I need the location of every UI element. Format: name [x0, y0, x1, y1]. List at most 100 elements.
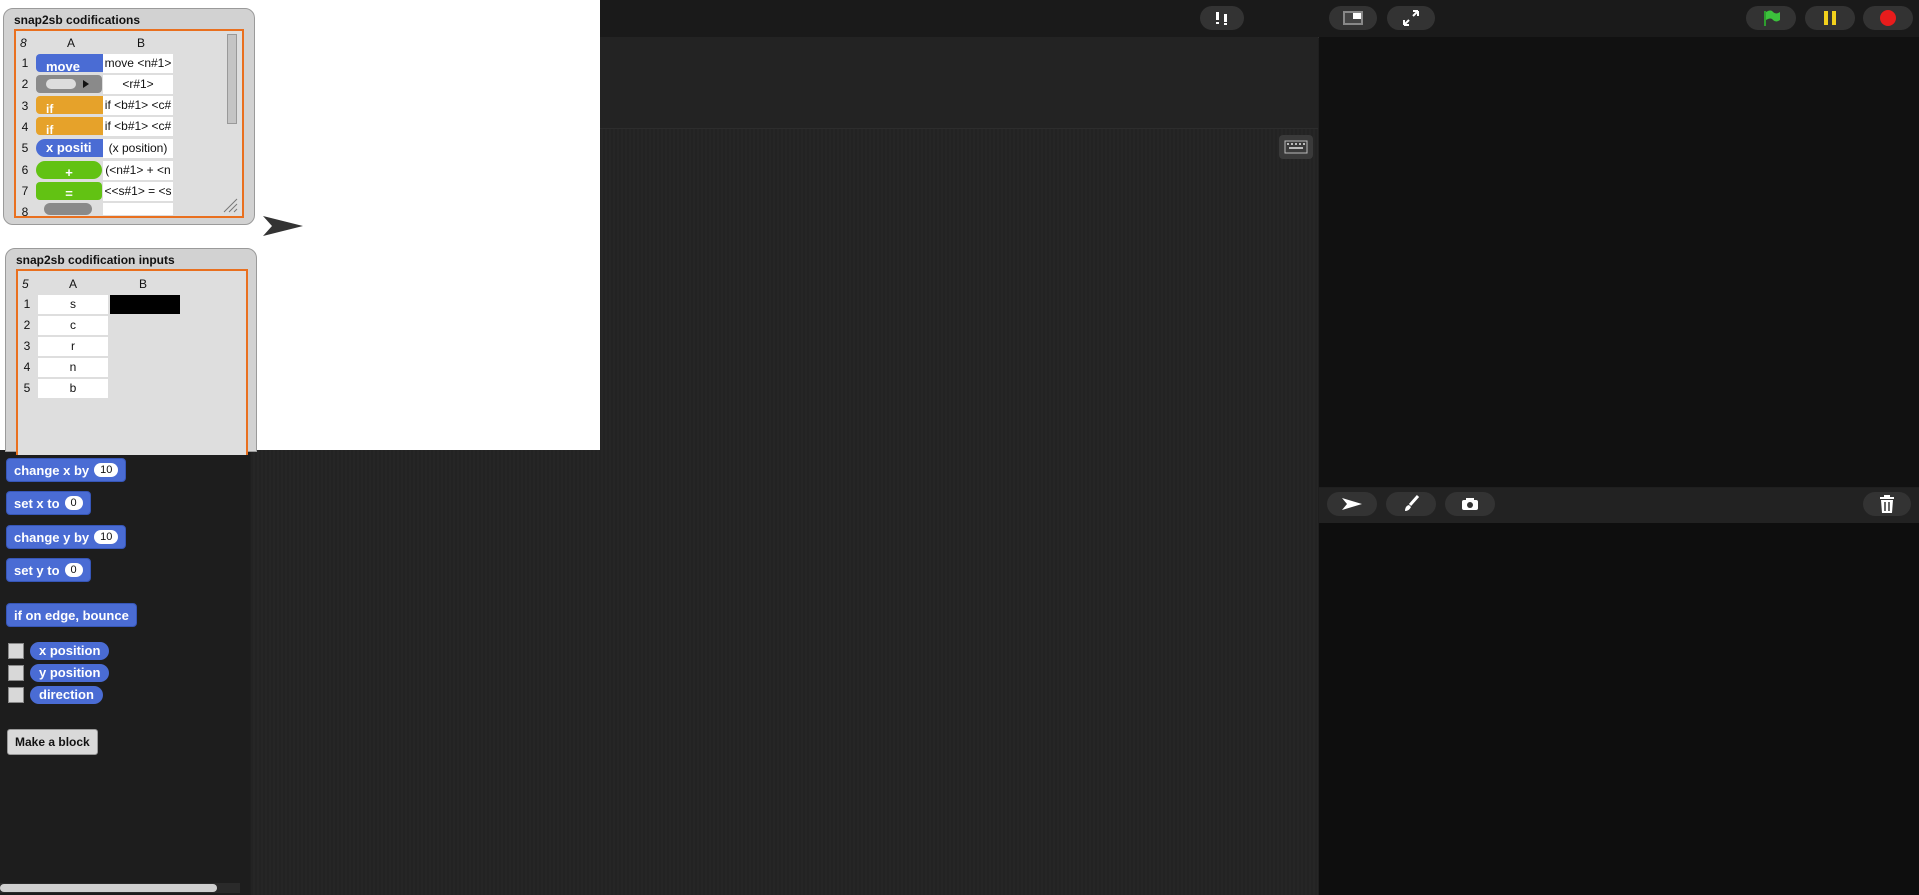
direction-reporter[interactable]: direction [30, 686, 103, 704]
ring-reporter-cell[interactable] [44, 203, 92, 215]
camera-sprite-button[interactable] [1445, 492, 1495, 516]
color-cell[interactable] [110, 295, 180, 314]
change-y-block[interactable]: change y by 10 [6, 525, 127, 549]
pause-icon [1824, 11, 1836, 25]
sprite-corral [1319, 523, 1919, 895]
row-count: 5 [22, 277, 29, 291]
number-slot[interactable]: 10 [94, 530, 119, 544]
arrow-right-icon [83, 80, 89, 88]
table-cell[interactable]: if <b#1> <c# [103, 96, 173, 115]
dialog-title: snap2sb codification inputs [16, 253, 175, 267]
row-number: 3 [23, 339, 31, 353]
row-count: 8 [20, 36, 27, 50]
direction-watcher-checkbox[interactable] [8, 687, 24, 703]
equals-block-cell[interactable]: = [36, 182, 102, 201]
block-label: set y to [14, 562, 60, 578]
table-cell[interactable]: move <n#1> [103, 54, 173, 73]
y-position-reporter[interactable]: y position [30, 664, 110, 682]
y-position-watcher-checkbox[interactable] [8, 665, 24, 681]
number-slot[interactable]: 0 [64, 563, 83, 577]
if-block-cell[interactable]: if [36, 96, 112, 114]
stage[interactable] [1319, 37, 1919, 487]
number-slot[interactable]: 0 [64, 496, 83, 510]
paint-new-sprite-button[interactable] [1386, 492, 1436, 516]
row-number: 6 [21, 163, 29, 177]
camera-icon [1462, 498, 1478, 510]
number-slot[interactable]: 10 [94, 463, 119, 477]
inputs-table[interactable]: 5 A B 1 s 2 c 3 r 4 n 5 b [16, 269, 248, 455]
table-cell[interactable]: r [38, 337, 108, 356]
block-palette: change x by 10 set x to 0 change y by 10 se… [0, 450, 250, 895]
trash-button[interactable] [1863, 492, 1911, 516]
footprints-icon [1216, 12, 1227, 25]
footprints-button[interactable] [1200, 6, 1244, 30]
table-cell[interactable]: n [38, 358, 108, 377]
codifications-table-dialog[interactable]: snap2sb codifications 8 A B 1 move move … [3, 8, 255, 225]
bounce-block[interactable]: if on edge, bounce [6, 603, 137, 627]
set-x-block[interactable]: set x to 0 [6, 491, 91, 515]
row-number: 3 [21, 99, 29, 113]
x-position-watcher-checkbox[interactable] [8, 643, 24, 659]
corral-bar [1319, 488, 1919, 523]
if-block-cell[interactable]: if [36, 117, 112, 135]
normal-stage-icon [1343, 11, 1363, 25]
table-cell[interactable]: (x position) [103, 139, 173, 158]
brush-icon [1405, 495, 1420, 511]
row-number: 8 [21, 205, 29, 219]
palette-scrollbar-thumb[interactable] [0, 884, 217, 892]
stage-size-button[interactable] [1329, 6, 1377, 30]
table-cell[interactable]: s [38, 295, 108, 314]
expand-icon [1403, 10, 1419, 26]
table-scrollbar-thumb[interactable] [227, 34, 237, 124]
block-label: change y by [14, 529, 90, 545]
table-cell[interactable]: <r#1> [103, 75, 173, 94]
plus-block-cell[interactable]: + [36, 161, 102, 180]
ring-slot [46, 79, 76, 89]
change-x-block[interactable]: change x by 10 [6, 458, 127, 482]
table-cell[interactable]: <<s#1> = <s [103, 182, 173, 201]
keyboard-entry-button[interactable] [1279, 135, 1313, 159]
codifications-table[interactable]: 8 A B 1 move move <n#1> 2 <r#1> 3 if if … [14, 29, 244, 219]
column-header-b: B [137, 36, 146, 50]
dialog-title: snap2sb codifications [14, 13, 141, 27]
x-position-block-cell[interactable]: x positi [36, 139, 112, 157]
row-number: 2 [21, 77, 29, 91]
table-cell[interactable]: (<n#1> + <n [103, 161, 173, 180]
table-cell[interactable]: if <b#1> <c# [103, 117, 173, 136]
table-cell[interactable]: c [38, 316, 108, 335]
pause-button[interactable] [1805, 6, 1855, 30]
trash-icon [1880, 495, 1894, 513]
stop-button[interactable] [1863, 6, 1913, 30]
column-header-a: A [67, 36, 76, 50]
add-turtle-button[interactable] [1327, 492, 1377, 516]
sprite-bar [600, 37, 1318, 129]
row-number: 4 [21, 120, 29, 134]
row-number: 2 [23, 318, 31, 332]
block-label: if on edge, bounce [14, 607, 129, 623]
table-cell[interactable] [103, 203, 173, 215]
keyboard-icon [1284, 140, 1308, 154]
table-cell[interactable]: b [38, 379, 108, 398]
resize-handle-icon[interactable] [222, 197, 238, 213]
row-number: 5 [21, 141, 29, 155]
palette-scrollbar-track[interactable] [0, 883, 240, 893]
row-number: 4 [23, 360, 31, 374]
sprite-arrow-icon [263, 216, 303, 236]
column-header-a: A [69, 277, 78, 291]
block-label: change x by [14, 462, 90, 478]
set-y-block[interactable]: set y to 0 [6, 558, 91, 582]
block-label: set x to [14, 495, 60, 511]
row-number: 1 [23, 297, 31, 311]
green-flag-icon [1764, 10, 1780, 26]
inputs-table-dialog[interactable]: snap2sb codification inputs 5 A B 1 s 2 … [5, 248, 257, 455]
green-flag-button[interactable] [1746, 6, 1796, 30]
x-position-reporter[interactable]: x position [30, 642, 110, 660]
presentation-mode-button[interactable] [1387, 6, 1435, 30]
ring-block-cell[interactable] [36, 75, 102, 93]
make-a-block-button[interactable]: Make a block [7, 729, 98, 755]
stop-icon [1880, 10, 1896, 26]
move-block-cell[interactable]: move [36, 54, 112, 72]
row-number: 5 [23, 381, 31, 395]
column-header-b: B [139, 277, 148, 291]
turtle-arrow-icon [1342, 498, 1362, 510]
